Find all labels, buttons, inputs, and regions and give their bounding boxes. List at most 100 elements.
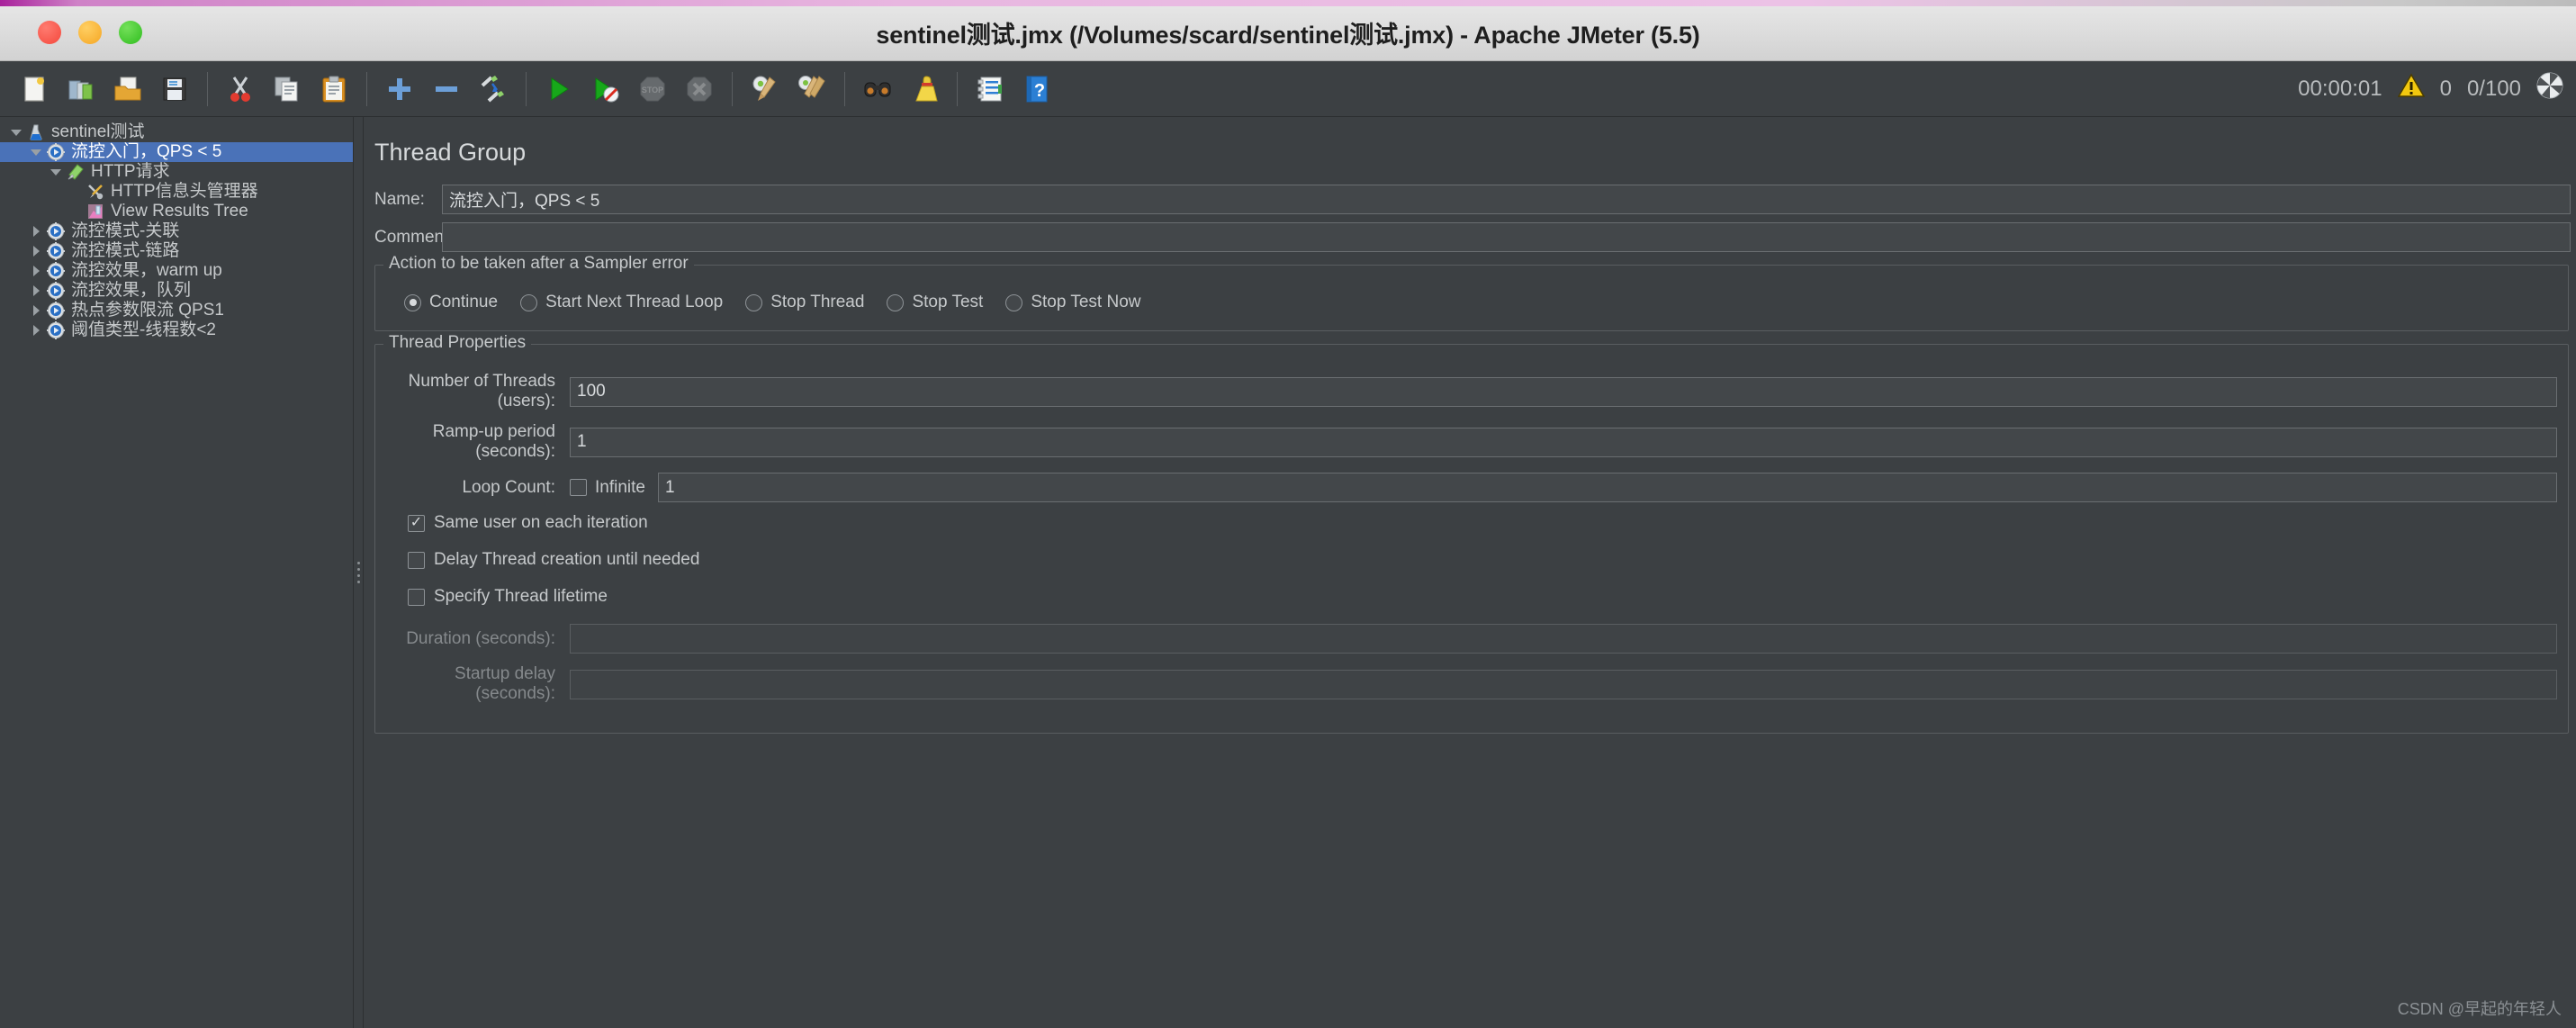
tree-item-7[interactable]: 流控效果，warm up: [0, 261, 353, 281]
same-user-checkbox[interactable]: [408, 514, 425, 532]
cut-icon[interactable]: [217, 67, 264, 112]
warning-triangle-icon[interactable]: [2397, 73, 2425, 104]
chevron-right-icon[interactable]: [27, 261, 45, 281]
name-input[interactable]: [442, 185, 2571, 214]
tree-item-label: 热点参数限流 QPS1: [71, 301, 224, 320]
tree-item-6[interactable]: 流控模式-链路: [0, 241, 353, 261]
new-icon[interactable]: [11, 67, 58, 112]
num-threads-input[interactable]: [570, 376, 2557, 407]
name-row: Name:: [364, 185, 2576, 214]
radio-button[interactable]: [1005, 293, 1023, 311]
templates-icon[interactable]: [58, 67, 104, 112]
tree-item-label: HTTP信息头管理器: [111, 182, 258, 201]
tree-item-9[interactable]: 热点参数限流 QPS1: [0, 301, 353, 320]
tree-item-label: 流控模式-关联: [71, 221, 180, 240]
thread-properties-legend: Thread Properties: [383, 333, 532, 353]
infinite-label: Infinite: [595, 477, 645, 497]
chevron-down-icon[interactable]: [27, 142, 45, 162]
radio-label: Stop Thread: [770, 293, 865, 311]
open-icon[interactable]: [104, 67, 151, 112]
same-user-row[interactable]: Same user on each iteration: [386, 513, 2557, 533]
chevron-down-icon[interactable]: [47, 162, 65, 182]
radio-button[interactable]: [520, 293, 538, 311]
comments-input[interactable]: [442, 222, 2571, 252]
chevron-down-icon[interactable]: [7, 122, 25, 142]
reset-search-icon[interactable]: [901, 67, 948, 112]
tree-item-5[interactable]: 流控模式-关联: [0, 221, 353, 241]
radio-button[interactable]: [404, 293, 421, 311]
start-no-pauses-icon[interactable]: [582, 67, 629, 112]
tree-item-10[interactable]: 阈值类型-线程数<2: [0, 320, 353, 340]
tree-item-2[interactable]: HTTP请求: [0, 162, 353, 182]
window-titlebar: sentinel测试.jmx (/Volumes/scard/sentinel测…: [0, 0, 2576, 61]
header-manager-icon: [85, 182, 106, 202]
start-icon[interactable]: [536, 67, 582, 112]
main-content: sentinel测试 流控入门，QPS < 5 HTTP请求 HTTP信息头管理器 Vi…: [0, 117, 2576, 1028]
chevron-right-icon[interactable]: [27, 221, 45, 241]
specify-lifetime-checkbox[interactable]: [408, 588, 425, 606]
sampler-error-radio-group[interactable]: Continue Start Next Thread Loop Stop Threa…: [386, 293, 2557, 312]
svg-text:STOP: STOP: [642, 86, 663, 95]
radio-button[interactable]: [745, 293, 763, 311]
chevron-right-icon[interactable]: [27, 281, 45, 301]
toolbar-status: 00:00:01 0 0/100: [2298, 61, 2563, 116]
thread-group-icon: [45, 301, 67, 320]
tree-item-0[interactable]: sentinel测试: [0, 122, 353, 142]
collapse-all-icon[interactable]: [423, 67, 470, 112]
tree-item-1[interactable]: 流控入门，QPS < 5: [0, 142, 353, 162]
thread-group-editor: Thread Group Name: Comments: Action to b…: [364, 117, 2576, 1028]
copy-icon[interactable]: [264, 67, 311, 112]
thread-group-icon: [45, 142, 67, 162]
tree-item-label: 流控效果，warm up: [71, 261, 222, 280]
save-icon[interactable]: [151, 67, 198, 112]
tree-item-8[interactable]: 流控效果，队列: [0, 281, 353, 301]
tree-item-label: 流控入门，QPS < 5: [71, 142, 222, 161]
tree-item-4[interactable]: View Results Tree: [0, 202, 353, 221]
delay-thread-row[interactable]: Delay Thread creation until needed: [386, 550, 2557, 570]
delay-thread-label: Delay Thread creation until needed: [434, 550, 700, 569]
radio-label: Continue: [429, 293, 499, 311]
radio-button[interactable]: [887, 293, 905, 311]
chevron-right-icon[interactable]: [27, 241, 45, 261]
thread-group-icon: [45, 320, 67, 340]
function-helper-icon[interactable]: [967, 67, 1013, 112]
same-user-label: Same user on each iteration: [434, 513, 648, 532]
watermark: CSDN @早起的年轻人: [2397, 1000, 2562, 1018]
toolbar-separator: [844, 71, 845, 106]
radio-option-4[interactable]: Stop Test Now: [1005, 293, 1140, 312]
infinite-checkbox-wrap[interactable]: Infinite: [570, 478, 645, 498]
radio-label: Stop Test Now: [1031, 293, 1141, 311]
comments-label: Comments:: [374, 227, 463, 247]
radio-option-2[interactable]: Stop Thread: [745, 293, 864, 312]
help-icon[interactable]: ?: [1013, 67, 1060, 112]
panel-splitter[interactable]: [354, 117, 364, 1028]
search-icon[interactable]: [854, 67, 901, 112]
active-threads: 0/100: [2466, 76, 2521, 101]
chevron-right-icon[interactable]: [27, 320, 45, 340]
elapsed-time: 00:00:01: [2298, 76, 2382, 101]
tree-item-label: HTTP请求: [91, 162, 170, 181]
radio-option-0[interactable]: Continue: [404, 293, 498, 312]
chevron-right-icon[interactable]: [27, 301, 45, 320]
view-results-tree-icon: [85, 202, 106, 221]
toolbar-separator: [366, 71, 367, 106]
toggle-icon[interactable]: [470, 67, 517, 112]
ramp-up-input[interactable]: [570, 427, 2557, 457]
loop-count-input[interactable]: [657, 473, 2557, 502]
test-plan-tree[interactable]: sentinel测试 流控入门，QPS < 5 HTTP请求 HTTP信息头管理器 Vi…: [0, 117, 354, 1028]
error-count: 0: [2439, 76, 2452, 101]
specify-lifetime-row[interactable]: Specify Thread lifetime: [386, 587, 2557, 607]
paste-icon[interactable]: [311, 67, 357, 112]
infinite-checkbox[interactable]: [570, 479, 587, 496]
expand-all-icon[interactable]: [376, 67, 423, 112]
delay-thread-checkbox[interactable]: [408, 551, 425, 569]
radio-option-1[interactable]: Start Next Thread Loop: [520, 293, 723, 312]
tree-item-3[interactable]: HTTP信息头管理器: [0, 182, 353, 202]
thread-properties-group: Thread Properties Number of Threads (use…: [374, 333, 2569, 734]
main-toolbar: STOP ? 00:00:01 0 0/100: [0, 61, 2576, 117]
stop-icon: STOP: [629, 67, 676, 112]
radio-option-3[interactable]: Stop Test: [887, 293, 983, 312]
clear-icon[interactable]: [742, 67, 788, 112]
clear-all-icon[interactable]: [788, 67, 835, 112]
